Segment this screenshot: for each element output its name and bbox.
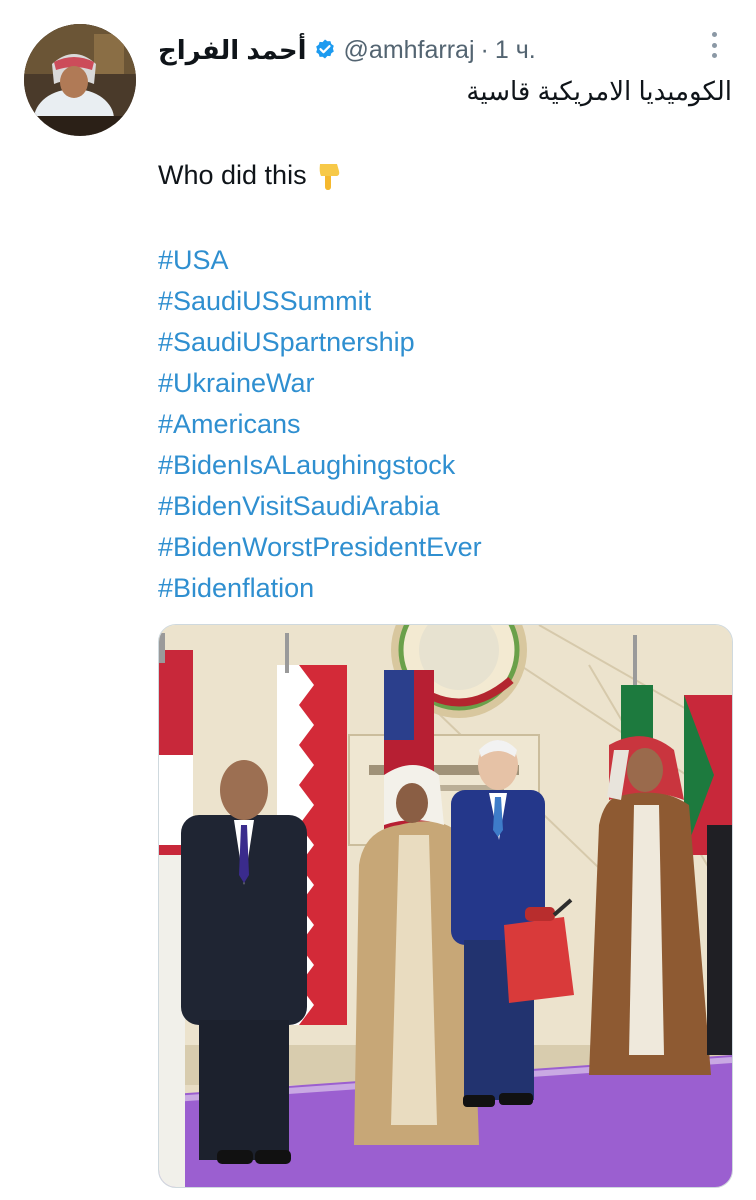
hashtag-link[interactable]: #Americans [158,404,482,445]
display-name[interactable]: أحمد الفراج [158,35,307,66]
hashtag-link[interactable]: #SaudiUSpartnership [158,322,482,363]
hashtag-link[interactable]: #USA [158,240,482,281]
hashtag-link[interactable]: #BidenVisitSaudiArabia [158,486,482,527]
tweet-header: أحمد الفراج @amhfarraj · 1 ч. [158,32,536,68]
backhand-index-pointing-down-emoji [319,163,340,190]
tweet-body: Who did this [158,160,307,190]
tweet-photo[interactable] [158,624,733,1188]
hashtag-list: #USA #SaudiUSSummit #SaudiUSpartnership … [158,240,482,609]
timestamp[interactable]: 1 ч. [495,36,536,65]
hashtag-link[interactable]: #BidenWorstPresidentEver [158,527,482,568]
hashtag-link[interactable]: #BidenIsALaughingstock [158,445,482,486]
separator: · [480,35,489,64]
tweet-text: Who did this [158,160,342,192]
more-vertical-icon[interactable] [702,30,726,60]
hashtag-link[interactable]: #Bidenflation [158,568,482,609]
hashtag-link[interactable]: #SaudiUSSummit [158,281,482,322]
tweet-text-arabic: الكوميديا الامريكية قاسية [466,76,732,106]
verified-badge-icon [315,39,334,59]
avatar[interactable] [24,24,136,136]
hashtag-link[interactable]: #UkraineWar [158,363,482,404]
handle[interactable]: @amhfarraj [344,36,475,65]
